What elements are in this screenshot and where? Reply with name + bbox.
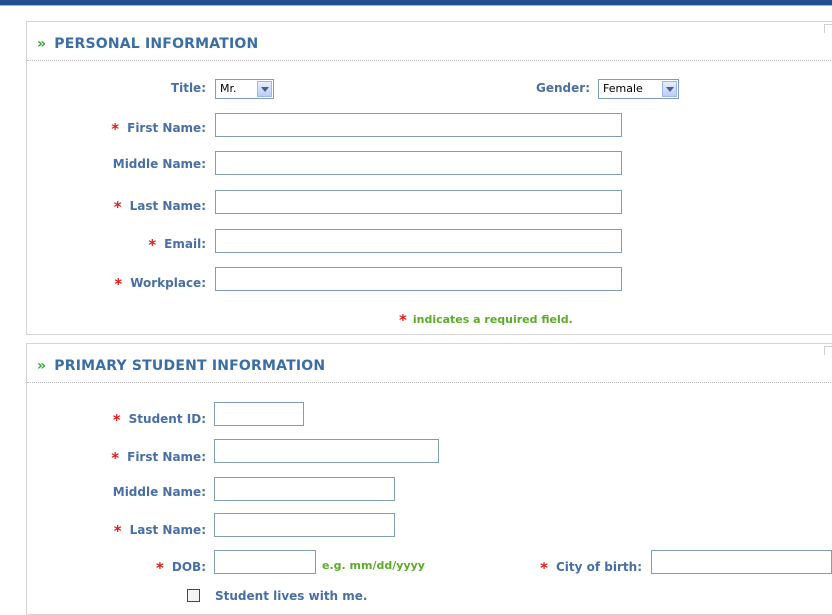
required-star-icon: * bbox=[111, 449, 120, 467]
gender-select-value: Female bbox=[603, 82, 643, 95]
student-middle-name-field[interactable] bbox=[214, 477, 395, 501]
student-first-name-label: * First Name: bbox=[111, 449, 206, 467]
city-of-birth-field[interactable] bbox=[651, 550, 832, 574]
student-id-field[interactable] bbox=[214, 402, 304, 426]
workplace-field[interactable] bbox=[215, 267, 622, 291]
email-field[interactable] bbox=[215, 229, 622, 253]
lives-with-me-label: Student lives with me. bbox=[215, 589, 368, 603]
gender-label: Gender: bbox=[536, 81, 590, 95]
chevron-down-icon[interactable] bbox=[662, 81, 677, 97]
student-middle-name-label: Middle Name: bbox=[112, 485, 206, 499]
city-of-birth-label: * City of birth: bbox=[540, 559, 642, 577]
section-divider bbox=[27, 382, 832, 383]
lives-with-me-checkbox[interactable] bbox=[187, 589, 200, 602]
student-information-panel: » PRIMARY STUDENT INFORMATION bbox=[26, 343, 832, 615]
required-star-icon: * bbox=[113, 522, 122, 540]
student-information-heading: » PRIMARY STUDENT INFORMATION bbox=[37, 358, 326, 374]
chevron-down-icon[interactable] bbox=[257, 81, 272, 97]
title-label: Title: bbox=[170, 81, 206, 95]
middle-name-label: Middle Name: bbox=[112, 157, 206, 171]
personal-information-heading: » PERSONAL INFORMATION bbox=[37, 36, 259, 52]
student-first-name-field[interactable] bbox=[214, 439, 439, 463]
gender-select[interactable]: Female bbox=[598, 79, 679, 99]
dob-label: * DOB: bbox=[156, 559, 206, 577]
student-id-label: * Student ID: bbox=[112, 411, 206, 429]
required-star-icon: * bbox=[399, 311, 407, 329]
dob-field[interactable] bbox=[214, 550, 316, 574]
last-name-field[interactable] bbox=[215, 190, 622, 214]
title-select[interactable]: Mr. bbox=[215, 79, 274, 99]
first-name-label: * First Name: bbox=[111, 120, 206, 138]
dob-format-hint: e.g. mm/dd/yyyy bbox=[322, 559, 425, 572]
top-banner-line bbox=[0, 5, 832, 6]
last-name-label: * Last Name: bbox=[113, 198, 206, 216]
student-last-name-label: * Last Name: bbox=[113, 522, 206, 540]
required-star-icon: * bbox=[114, 275, 123, 293]
panel-collapse-corner[interactable] bbox=[824, 346, 832, 355]
email-label: * Email: bbox=[148, 236, 206, 254]
required-star-icon: * bbox=[113, 198, 122, 216]
panel-collapse-corner[interactable] bbox=[824, 24, 832, 33]
section-divider bbox=[27, 60, 832, 61]
required-star-icon: * bbox=[156, 559, 164, 577]
title-select-value: Mr. bbox=[220, 82, 237, 95]
section-chevron-icon: » bbox=[37, 358, 47, 374]
first-name-field[interactable] bbox=[215, 113, 622, 137]
required-star-icon: * bbox=[540, 559, 548, 577]
required-star-icon: * bbox=[111, 120, 120, 138]
required-star-icon: * bbox=[148, 236, 157, 254]
required-star-icon: * bbox=[112, 411, 121, 429]
workplace-label: * Workplace: bbox=[114, 275, 206, 293]
middle-name-field[interactable] bbox=[215, 151, 622, 175]
required-field-note: * indicates a required field. bbox=[399, 311, 573, 329]
student-last-name-field[interactable] bbox=[214, 513, 395, 537]
section-chevron-icon: » bbox=[37, 36, 47, 52]
